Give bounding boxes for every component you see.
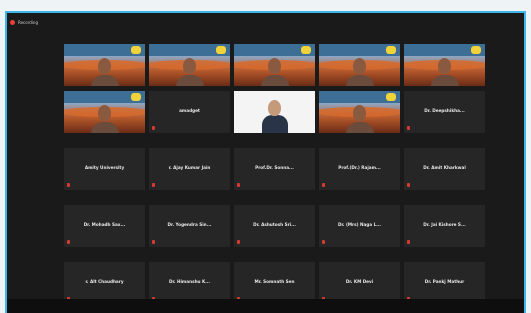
participant-name: Dr. Deepshikha...: [424, 108, 465, 113]
muted-mic-icon: [67, 240, 70, 244]
participant-tile[interactable]: Dr. Pankj Mathur: [404, 262, 485, 304]
meeting-window: Recording amadget Dr. Deepshikha... Amity …: [5, 11, 526, 313]
logo-icon: [216, 46, 226, 54]
participant-tile[interactable]: Dr. Himanshu K...: [149, 262, 230, 304]
participant-tile[interactable]: Dr. Mohadh Sax...: [64, 205, 145, 247]
participant-tile[interactable]: Dr. (Mrs) Naga L...: [319, 205, 400, 247]
muted-mic-icon: [152, 240, 155, 244]
muted-mic-icon: [322, 240, 325, 244]
participant-tile[interactable]: [64, 91, 145, 133]
logo-icon: [471, 46, 481, 54]
participant-name: Dr. Jai Kishore S...: [423, 222, 466, 227]
logo-icon: [386, 93, 396, 101]
participant-tile[interactable]: [149, 44, 230, 86]
participant-tile[interactable]: Dr. Amit Kharkwal: [404, 148, 485, 190]
logo-icon: [301, 46, 311, 54]
participant-name: Prof.Dr. Sonna...: [255, 165, 294, 170]
muted-mic-icon: [152, 126, 155, 130]
logo-icon: [131, 46, 141, 54]
participant-name: Dr. Himanshu K...: [168, 279, 211, 284]
participant-tile[interactable]: Dr. Jai Kishore S...: [404, 205, 485, 247]
participant-tile[interactable]: Dr. Deepshikha...: [404, 91, 485, 133]
participant-tile[interactable]: [64, 44, 145, 86]
participant-name: Mr. Somnath Sen: [254, 279, 295, 284]
participant-name: Dr. Pankj Mathur: [424, 279, 465, 284]
muted-mic-icon: [407, 240, 410, 244]
participant-tile[interactable]: [404, 44, 485, 86]
recording-indicator[interactable]: Recording: [10, 20, 38, 25]
muted-mic-icon: [322, 183, 325, 187]
muted-mic-icon: [407, 183, 410, 187]
participant-name: Dr. Amit Kharkwal: [423, 165, 466, 170]
participant-name: Amity University: [84, 165, 125, 170]
participant-tile[interactable]: Prof.(Dr.) Rajam...: [319, 148, 400, 190]
participant-tile[interactable]: Dr. KM Devi: [319, 262, 400, 304]
muted-mic-icon: [237, 240, 240, 244]
muted-mic-icon: [67, 183, 70, 187]
meeting-toolbar: [7, 299, 524, 313]
participant-name: Dr. Ashutosh Sri...: [253, 222, 296, 227]
participant-tile[interactable]: [319, 44, 400, 86]
participant-tile[interactable]: r. Ajay Kumar Jain: [149, 148, 230, 190]
muted-mic-icon: [237, 183, 240, 187]
logo-icon: [131, 93, 141, 101]
participant-tile[interactable]: [319, 91, 400, 133]
participant-tile[interactable]: amadget: [149, 91, 230, 133]
participant-tile[interactable]: Amity University: [64, 148, 145, 190]
muted-mic-icon: [152, 183, 155, 187]
participant-name: amadget: [179, 108, 200, 113]
muted-mic-icon: [407, 126, 410, 130]
logo-icon: [386, 46, 396, 54]
participant-name: r. Alt Chaudhary: [85, 279, 124, 284]
participant-tile[interactable]: Prof.Dr. Sonna...: [234, 148, 315, 190]
participant-tile[interactable]: Dr. Yogendra Sin...: [149, 205, 230, 247]
participant-tile[interactable]: Dr. Ashutosh Sri...: [234, 205, 315, 247]
record-icon: [10, 20, 15, 25]
participant-tile[interactable]: Mr. Somnath Sen: [234, 262, 315, 304]
participant-name: Prof.(Dr.) Rajam...: [338, 165, 381, 170]
participant-tile[interactable]: [234, 91, 315, 133]
recording-label: Recording: [18, 20, 39, 25]
participant-tile[interactable]: r. Alt Chaudhary: [64, 262, 145, 304]
participant-name: Dr. KM Devi: [345, 279, 374, 284]
participant-name: r. Ajay Kumar Jain: [168, 165, 211, 170]
participant-name: Dr. (Mrs) Naga L...: [337, 222, 382, 227]
participant-name: Dr. Mohadh Sax...: [83, 222, 126, 227]
participant-name: Dr. Yogendra Sin...: [167, 222, 212, 227]
participant-tile[interactable]: [234, 44, 315, 86]
